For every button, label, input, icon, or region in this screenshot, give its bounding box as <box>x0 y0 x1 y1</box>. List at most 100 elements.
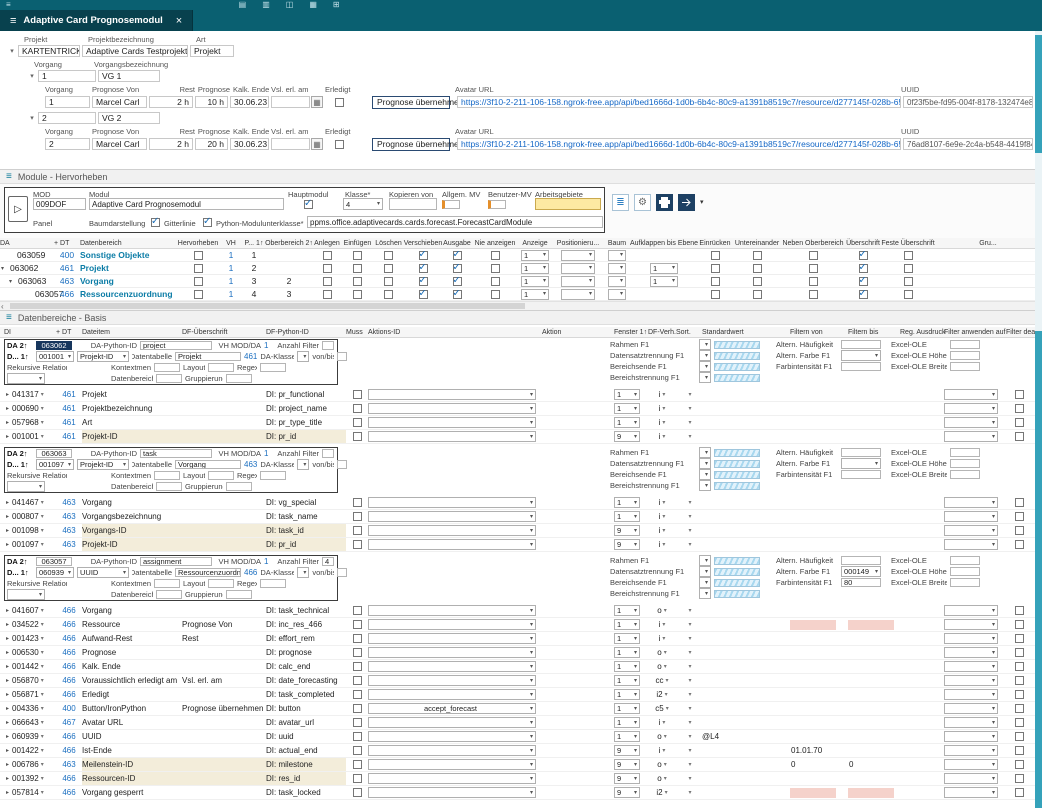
dataitem-row[interactable]: ▸ 000690▾ 461 Projektbezeichnung DI: pro… <box>0 402 1042 416</box>
neben-oberbereich-checkbox[interactable] <box>809 290 818 299</box>
filter-deak-checkbox[interactable] <box>1015 404 1024 413</box>
layout-field[interactable] <box>208 471 234 480</box>
dataitem-row[interactable]: ▸ 034522▾ 466 Ressource Prognose Von DI:… <box>0 618 1042 632</box>
fenster-dropdown[interactable]: 1▾ <box>614 731 640 742</box>
neben-oberbereich-checkbox[interactable] <box>809 251 818 260</box>
filter-deak-checkbox[interactable] <box>1015 540 1024 549</box>
einfuegen-checkbox[interactable] <box>353 251 362 260</box>
settings-gear-icon[interactable]: ⚙ <box>634 194 651 211</box>
hervorheben-checkbox[interactable] <box>194 251 203 260</box>
datentabelle-field[interactable]: Ressourcenzuordnung <box>175 568 241 577</box>
fenster-dropdown[interactable]: 1▾ <box>614 703 640 714</box>
hervorheben-checkbox[interactable] <box>194 277 203 286</box>
section-menu-icon[interactable]: ≡ <box>6 171 12 182</box>
muss-checkbox[interactable] <box>353 404 362 413</box>
filtern-von-cell[interactable] <box>790 788 836 798</box>
untereinander-checkbox[interactable] <box>753 264 762 273</box>
filter-anwenden-dropdown[interactable]: ▾ <box>944 497 998 508</box>
filtern-bis-cell[interactable] <box>848 526 894 536</box>
sort-dropdown-icon[interactable]: ▾ <box>688 541 691 548</box>
calendar-icon[interactable]: ▦ <box>311 138 323 150</box>
anzeige-dropdown[interactable]: 1▾ <box>521 289 549 300</box>
kalk-ende-cell[interactable]: 30.06.23 <box>230 96 269 108</box>
filter-deak-checkbox[interactable] <box>1015 648 1024 657</box>
da-klasse-dropdown[interactable]: ▾ <box>297 567 309 578</box>
df-verh-value[interactable]: o <box>657 606 661 615</box>
dataitem-row[interactable]: ▸ 066643▾ 467 Avatar URL DI: avatar_url … <box>0 716 1042 730</box>
module-section-header[interactable]: ≡ Module - Hervorheben <box>0 169 1042 184</box>
toolbar-chevron-icon[interactable]: ▾ <box>700 199 704 206</box>
filtern-von-cell[interactable] <box>790 390 836 400</box>
filter-anwenden-dropdown[interactable]: ▾ <box>944 759 998 770</box>
filter-anwenden-dropdown[interactable]: ▾ <box>944 431 998 442</box>
assignment-row[interactable]: 2 Marcel Carl 2 h 20 h 30.06.23 ▦ Progno… <box>0 136 1042 152</box>
filter-anwenden-dropdown[interactable]: ▾ <box>944 647 998 658</box>
filtern-bis-cell[interactable] <box>848 606 894 616</box>
filter-anwenden-dropdown[interactable]: ▾ <box>944 605 998 616</box>
df-verh-value[interactable]: o <box>657 648 661 657</box>
fenster-dropdown[interactable]: 9▾ <box>614 773 640 784</box>
fenster-dropdown[interactable]: 9▾ <box>614 431 640 442</box>
gruppierung-field[interactable] <box>226 482 252 491</box>
von-bis-field[interactable] <box>337 352 347 361</box>
aktion-dropdown[interactable]: ▾ <box>368 731 536 742</box>
dataitem-row[interactable]: ▸ 001392▾ 466 Ressourcen-ID DI: res_id ▾… <box>0 772 1042 786</box>
fenster-dropdown[interactable]: 9▾ <box>614 745 640 756</box>
ausgabe-checkbox[interactable] <box>453 251 462 260</box>
regex-field[interactable] <box>260 363 286 372</box>
filter-anwenden-dropdown[interactable]: ▾ <box>944 633 998 644</box>
filtern-bis-cell[interactable] <box>848 634 894 644</box>
excel-ole-hoehe-field[interactable] <box>950 567 980 576</box>
dataitem-row[interactable]: ▸ 004336▾ 400 Button/IronPython Prognose… <box>0 702 1042 716</box>
filtern-von-cell[interactable] <box>790 432 836 442</box>
row-expander-icon[interactable]: ▸ <box>6 621 9 628</box>
row-expander-icon[interactable]: ▸ <box>6 391 9 398</box>
da-number-field[interactable]: 063062 <box>36 341 72 350</box>
task-name-cell[interactable]: VG 2 <box>98 112 160 124</box>
anzahl-filter-field[interactable] <box>322 341 334 350</box>
row-expander-icon[interactable]: ▸ <box>6 433 9 440</box>
row-expander-icon[interactable]: ▸ <box>6 635 9 642</box>
datentabelle-field[interactable]: Projekt <box>175 352 241 361</box>
datenbereich-field[interactable] <box>156 374 182 383</box>
filter-anwenden-dropdown[interactable]: ▾ <box>944 389 998 400</box>
gruppierung-field[interactable] <box>226 374 252 383</box>
task-row[interactable]: ▾ 2 VG 2 <box>0 111 1042 125</box>
loeschen-checkbox[interactable] <box>384 277 393 286</box>
df-verh-value[interactable]: i2 <box>656 788 662 797</box>
uuid-field[interactable]: 0f23f5be-fd95-004f-8178-132474e8386e <box>903 96 1033 108</box>
prognose-uebernehmen-button[interactable]: Prognose übernehmen <box>372 96 450 109</box>
anlegen-checkbox[interactable] <box>323 277 332 286</box>
muss-checkbox[interactable] <box>353 746 362 755</box>
tab-hamburger-icon[interactable]: ≡ <box>10 15 16 27</box>
python-unterklasse-checkbox[interactable] <box>203 218 212 227</box>
python-unterklasse-input[interactable]: ppms.office.adaptivecards.cards.forecast… <box>307 216 603 228</box>
einruecken-checkbox[interactable] <box>711 264 720 273</box>
fenster-dropdown[interactable]: 1▾ <box>614 403 640 414</box>
df-verh-value[interactable]: i <box>659 498 661 507</box>
excel-ole-hoehe-field[interactable] <box>950 351 980 360</box>
layout-field[interactable] <box>208 363 234 372</box>
area-row[interactable]: ▾063063 463 Vorgang 1 3 2 1▾ ▾ ▾ 1▾ <box>0 275 1042 288</box>
datensatztrennung-preview[interactable] <box>714 460 760 468</box>
tree-expander-icon[interactable]: ▾ <box>9 278 18 285</box>
ausgabe-checkbox[interactable] <box>453 290 462 299</box>
aktion-dropdown[interactable]: ▾ <box>368 525 536 536</box>
regex-field[interactable] <box>260 471 286 480</box>
einfuegen-checkbox[interactable] <box>353 290 362 299</box>
row-expander-icon[interactable]: ▸ <box>6 649 9 656</box>
filtern-bis-cell[interactable] <box>848 718 894 728</box>
bereichsende-dropdown[interactable]: ▾ <box>699 361 711 372</box>
verschieben-checkbox[interactable] <box>419 277 428 286</box>
baum-dropdown[interactable]: ▾ <box>608 250 626 261</box>
avatar-url-field[interactable]: https://3f10-2-211-106-158.ngrok-free.ap… <box>457 96 901 108</box>
baum-dropdown[interactable]: ▾ <box>608 289 626 300</box>
alt-farbe-field[interactable]: ▾ <box>841 350 881 361</box>
dataitem-row[interactable]: ▸ 057968▾ 461 Art DI: pr_type_title ▾ 1▾… <box>0 416 1042 430</box>
excel-ole-breite-field[interactable] <box>950 578 980 587</box>
hervorheben-checkbox[interactable] <box>194 264 203 273</box>
fenster-dropdown[interactable]: 1▾ <box>614 661 640 672</box>
erledigt-checkbox[interactable] <box>335 140 344 149</box>
feste-ueberschrift-checkbox[interactable] <box>904 290 913 299</box>
dataitem-row[interactable]: ▸ 006786▾ 463 Meilenstein-ID DI: milesto… <box>0 758 1042 772</box>
